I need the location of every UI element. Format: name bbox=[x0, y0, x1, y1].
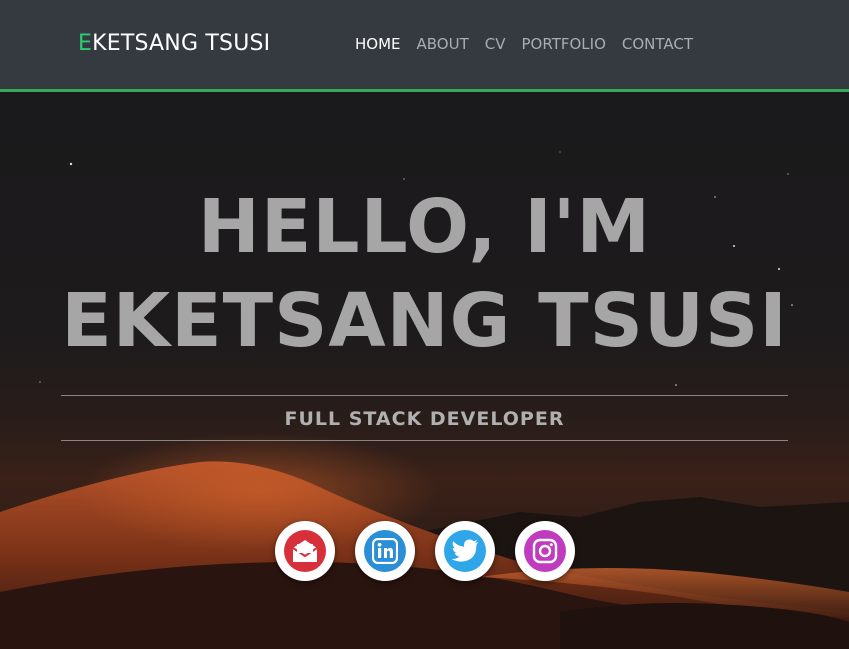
hero-section: HELLO, I'M EKETSANG TSUSI FULL STACK DEV… bbox=[0, 92, 849, 649]
nav-link-about[interactable]: ABOUT bbox=[417, 35, 469, 53]
divider-bottom bbox=[61, 440, 788, 441]
nav-link-contact[interactable]: CONTACT bbox=[622, 35, 693, 53]
navbar: EKETSANG TSUSI HOME ABOUT CV PORTFOLIO C… bbox=[0, 0, 849, 92]
linkedin-button[interactable] bbox=[355, 521, 415, 581]
twitter-icon bbox=[444, 530, 486, 572]
brand-accent-letter: E bbox=[78, 31, 93, 56]
twitter-button[interactable] bbox=[435, 521, 495, 581]
headline-line-1: HELLO, I'M bbox=[197, 184, 652, 270]
nav-link-home[interactable]: HOME bbox=[355, 35, 401, 53]
nav-link-cv[interactable]: CV bbox=[485, 35, 506, 53]
brand-name: KETSANG TSUSI bbox=[92, 31, 271, 56]
email-button[interactable] bbox=[275, 521, 335, 581]
brand-logo[interactable]: EKETSANG TSUSI bbox=[78, 31, 270, 56]
instagram-button[interactable] bbox=[515, 521, 575, 581]
nav-links: HOME ABOUT CV PORTFOLIO CONTACT bbox=[355, 35, 693, 53]
nav-link-portfolio[interactable]: PORTFOLIO bbox=[522, 35, 606, 53]
headline-line-2: EKETSANG TSUSI bbox=[61, 278, 788, 364]
divider-top bbox=[61, 395, 788, 396]
instagram-icon bbox=[524, 530, 566, 572]
hero-subtitle: FULL STACK DEVELOPER bbox=[284, 408, 565, 430]
email-icon bbox=[284, 530, 326, 572]
social-links bbox=[275, 521, 575, 581]
linkedin-icon bbox=[364, 530, 406, 572]
